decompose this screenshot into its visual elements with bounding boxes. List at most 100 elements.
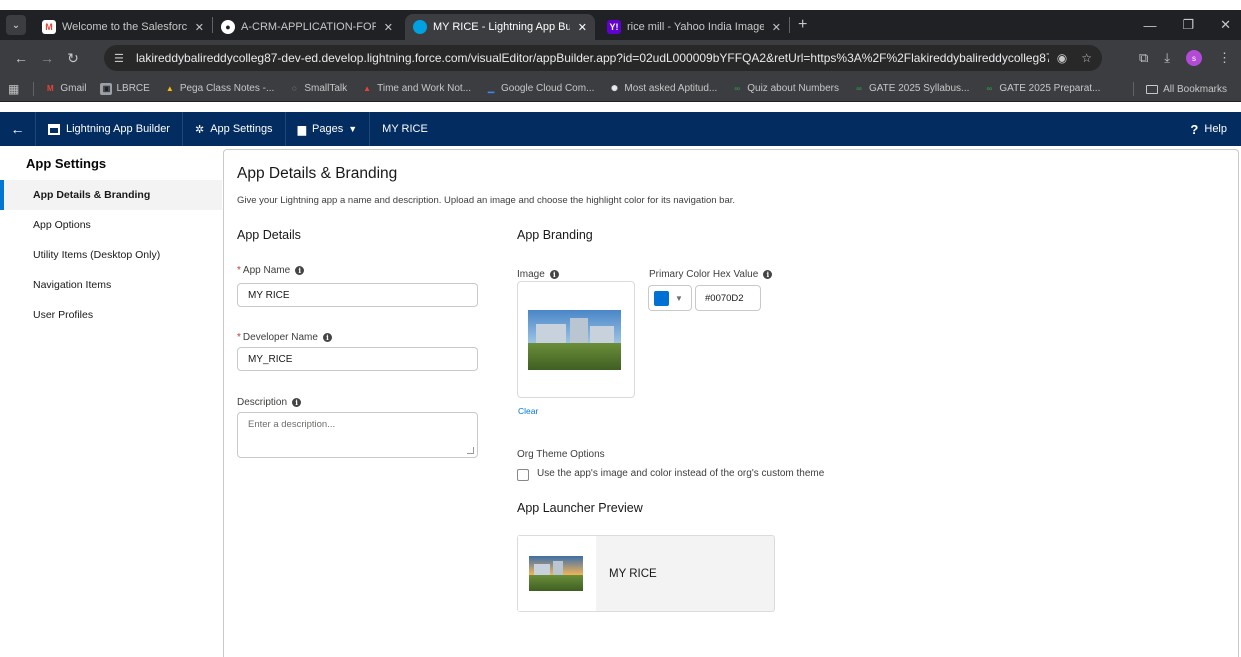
app-details-heading: App Details <box>237 228 301 242</box>
page-subtitle: Give your Lightning app a name and descr… <box>237 195 736 206</box>
forward-arrow-icon[interactable]: → <box>34 50 60 66</box>
profile-avatar[interactable]: s <box>1186 50 1202 66</box>
org-theme-checkbox-label: Use the app's image and color instead of… <box>537 468 825 479</box>
description-label: Description i <box>237 397 302 408</box>
app-name-label: MY RICE <box>382 123 428 135</box>
info-icon[interactable]: i <box>549 270 559 279</box>
app-builder-icon <box>48 123 60 135</box>
tab-search-chevron-icon[interactable]: ⌄ <box>6 15 26 35</box>
info-icon[interactable]: i <box>763 270 773 279</box>
close-icon[interactable]: ✕ <box>578 21 587 34</box>
tab-title: Welcome to the Salesforce Virtu <box>62 21 187 33</box>
org-theme-checkbox[interactable] <box>517 469 529 481</box>
restore-icon[interactable]: ❐ <box>1182 17 1194 33</box>
bookmark-item[interactable]: ∞ GATE 2025 Preparat... <box>983 83 1101 95</box>
back-arrow-icon[interactable]: ← <box>0 112 36 146</box>
close-icon[interactable]: ✕ <box>384 21 393 34</box>
gear-icon: ✲ <box>194 123 205 136</box>
hex-color-input[interactable]: #0070D2 <box>695 285 761 311</box>
drive-icon: ▲ <box>165 84 174 93</box>
color-swatch <box>654 290 669 306</box>
bookmark-item[interactable]: ∞ GATE 2025 Syllabus... <box>853 83 969 95</box>
download-icon[interactable]: ⤓ <box>1164 50 1170 66</box>
app-name-input[interactable]: MY RICE <box>237 283 478 307</box>
sidebar-item-user-profiles[interactable]: User Profiles <box>0 300 222 330</box>
page-title: App Details & Branding <box>237 165 398 182</box>
new-tab-plus-icon[interactable]: + <box>798 16 807 34</box>
gfg-icon: ∞ <box>856 84 862 93</box>
bookmark-item[interactable]: ▲ Pega Class Notes -... <box>164 83 274 95</box>
app-launcher-preview-heading: App Launcher Preview <box>517 501 643 515</box>
apps-grid-icon[interactable]: ▦ <box>8 82 19 96</box>
info-icon[interactable]: i <box>292 398 302 407</box>
tab-title: A-CRM-APPLICATION-FOR-WH <box>241 21 376 33</box>
image-label: Image i <box>517 269 559 280</box>
minimize-icon[interactable]: — <box>1143 18 1156 33</box>
gfg-icon: ∞ <box>734 84 741 93</box>
github-icon: ● <box>221 20 235 34</box>
description-textarea[interactable]: Enter a description... <box>237 412 478 458</box>
reload-icon[interactable]: ↻ <box>60 50 86 67</box>
chatgpt-icon: ✺ <box>611 84 618 93</box>
bookmark-item[interactable]: M Gmail <box>44 83 86 95</box>
browser-tab[interactable]: ● A-CRM-APPLICATION-FOR-WH ✕ <box>213 14 401 40</box>
window-controls: — ❐ ✕ <box>1143 10 1231 40</box>
gfg-icon: ∞ <box>986 84 993 93</box>
browser-tab[interactable]: Y! rice mill - Yahoo India Image Se ✕ <box>599 14 789 40</box>
sidebar-title: App Settings <box>26 156 107 171</box>
lightning-app-builder-menu[interactable]: Lightning App Builder <box>36 112 183 146</box>
chevron-down-icon: ▼ <box>348 124 358 134</box>
pdf-icon: ▲ <box>363 84 372 93</box>
app-preview-image <box>529 556 583 591</box>
bookmark-item[interactable]: ▁ Google Cloud Com... <box>485 83 594 95</box>
salesforce-icon <box>413 20 427 34</box>
app-settings-button[interactable]: ✲ App Settings <box>183 112 286 146</box>
bookmark-item[interactable]: ◌ SmallTalk <box>288 83 347 95</box>
tab-title: MY RICE - Lightning App Builde <box>433 21 570 33</box>
sidebar-item-utility-items[interactable]: Utility Items (Desktop Only) <box>0 240 222 270</box>
close-icon[interactable]: ✕ <box>195 21 204 34</box>
developer-name-input[interactable]: MY_RICE <box>237 347 478 371</box>
extensions-icon[interactable]: ⧉ <box>1139 50 1148 66</box>
question-mark-icon: ? <box>1190 121 1199 137</box>
sidebar-item-app-options[interactable]: App Options <box>0 210 222 240</box>
bookmark-item[interactable]: ▣ LBRCE <box>100 82 150 95</box>
bookmark-item[interactable]: ▲ Time and Work Not... <box>361 83 471 95</box>
kebab-menu-icon[interactable]: ⋮ <box>1218 50 1231 66</box>
app-image-upload[interactable] <box>517 281 635 398</box>
color-picker-button[interactable]: ▼ <box>648 285 692 311</box>
close-icon[interactable]: ✕ <box>772 21 781 34</box>
resize-handle-icon[interactable] <box>467 447 474 454</box>
bookmark-divider <box>33 81 35 96</box>
page-icon: ▆ <box>297 123 307 136</box>
bookmark-item[interactable]: ✺ Most asked Aptitud... <box>608 83 717 95</box>
window-close-icon[interactable]: ✕ <box>1220 17 1231 33</box>
browser-tab-active[interactable]: MY RICE - Lightning App Builde ✕ <box>405 14 595 40</box>
pages-dropdown[interactable]: ▆ Pages ▼ <box>286 112 371 146</box>
smalltalk-icon: ◌ <box>291 84 297 93</box>
site-settings-icon[interactable]: ☰ <box>114 52 136 65</box>
org-theme-label: Org Theme Options <box>517 449 605 460</box>
url-bar[interactable]: ☰ lakireddybalireddycolleg87-dev-ed.deve… <box>104 45 1102 71</box>
sidebar-item-navigation-items[interactable]: Navigation Items <box>0 270 222 300</box>
page-top-strip <box>0 0 1241 10</box>
app-launcher-preview-card: MY RICE <box>517 535 775 612</box>
primary-color-label: Primary Color Hex Value i <box>649 269 773 280</box>
sidebar-item-app-details-branding[interactable]: App Details & Branding <box>0 180 222 210</box>
info-icon[interactable]: i <box>295 266 305 275</box>
all-bookmarks[interactable]: All Bookmarks <box>1133 76 1227 102</box>
bookmark-item[interactable]: ∞ Quiz about Numbers <box>731 83 839 95</box>
star-icon[interactable]: ☆ <box>1081 51 1092 65</box>
tab-divider <box>789 17 790 33</box>
back-arrow-icon[interactable]: ← <box>8 50 34 66</box>
url-text[interactable]: lakireddybalireddycolleg87-dev-ed.develo… <box>136 51 1049 65</box>
settings-sidebar: App Settings App Details & Branding App … <box>0 146 222 657</box>
clear-image-link[interactable]: Clear <box>518 406 538 416</box>
chevron-down-icon: ▼ <box>675 293 683 303</box>
info-icon[interactable]: i <box>322 333 332 342</box>
app-preview-name: MY RICE <box>609 568 657 580</box>
browser-tab[interactable]: M Welcome to the Salesforce Virtu ✕ <box>34 14 212 40</box>
eye-icon[interactable]: ◉ <box>1057 51 1067 65</box>
app-branding-heading: App Branding <box>517 228 593 242</box>
help-button[interactable]: ? Help <box>1190 112 1227 146</box>
